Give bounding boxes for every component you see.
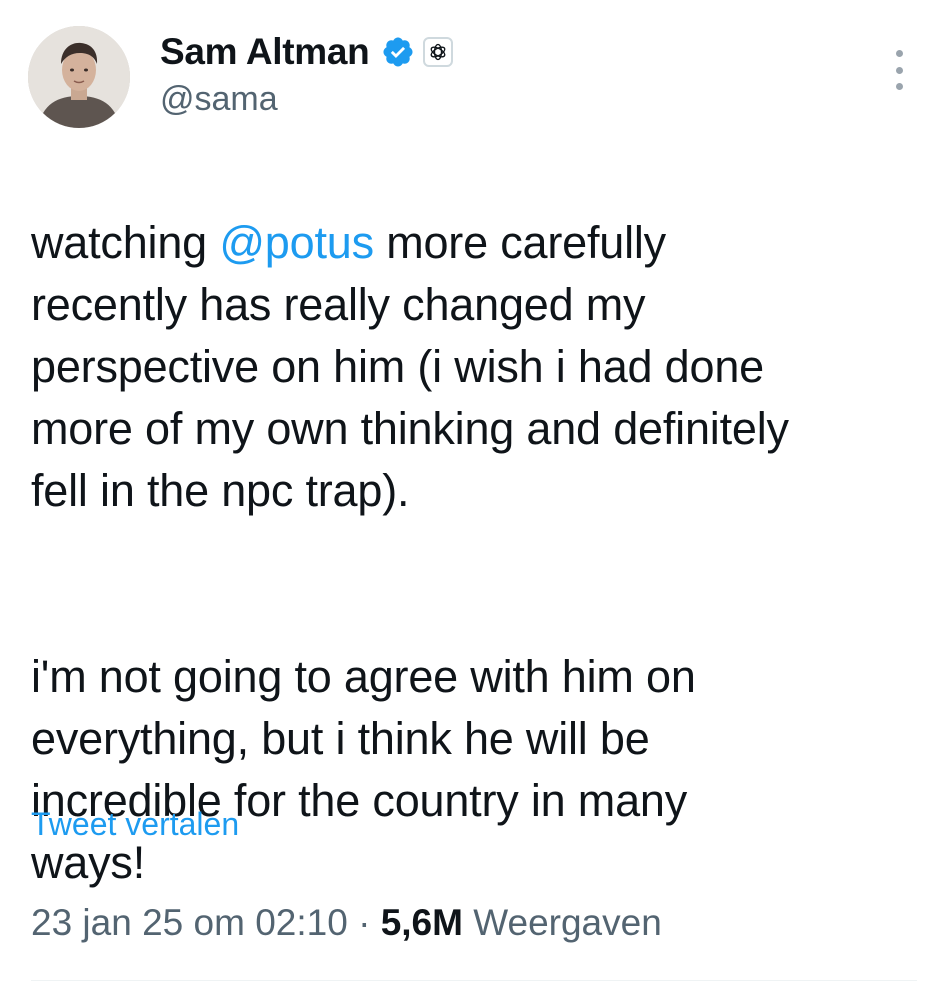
tweet-header: Sam Altman @sama [28,26,918,130]
tweet-paragraph-1: watching @potus more carefully recently … [31,212,926,522]
more-dot [895,50,903,57]
tweet-timestamp[interactable]: 23 jan 25 om 02:10 [31,902,348,943]
more-options-icon[interactable] [888,50,910,90]
tweet-meta: 23 jan 25 om 02:10 · 5,6M Weergaven [31,902,662,944]
author-name-row: Sam Altman [160,30,454,74]
tweet-paragraph-2: i'm not going to agree with him on every… [31,651,696,888]
tweet-card: Sam Altman @sama watching @potus more ca… [0,0,947,1000]
tweet-text-segment: watching [31,217,220,268]
author-display-name[interactable]: Sam Altman [160,31,370,73]
more-dot [895,83,903,90]
views-count[interactable]: 5,6M [381,902,463,943]
avatar[interactable] [28,26,130,128]
author-info: Sam Altman @sama [160,30,454,119]
views-label: Weergaven [462,902,662,943]
divider [31,980,917,981]
meta-separator: · [347,902,381,943]
mention-link[interactable]: @potus [219,217,374,268]
more-dot [895,66,903,74]
author-handle[interactable]: @sama [160,80,453,119]
openai-logo-icon[interactable] [423,37,454,67]
verified-badge-icon[interactable] [381,35,415,69]
translate-tweet-link[interactable]: Tweet vertalen [31,806,239,843]
